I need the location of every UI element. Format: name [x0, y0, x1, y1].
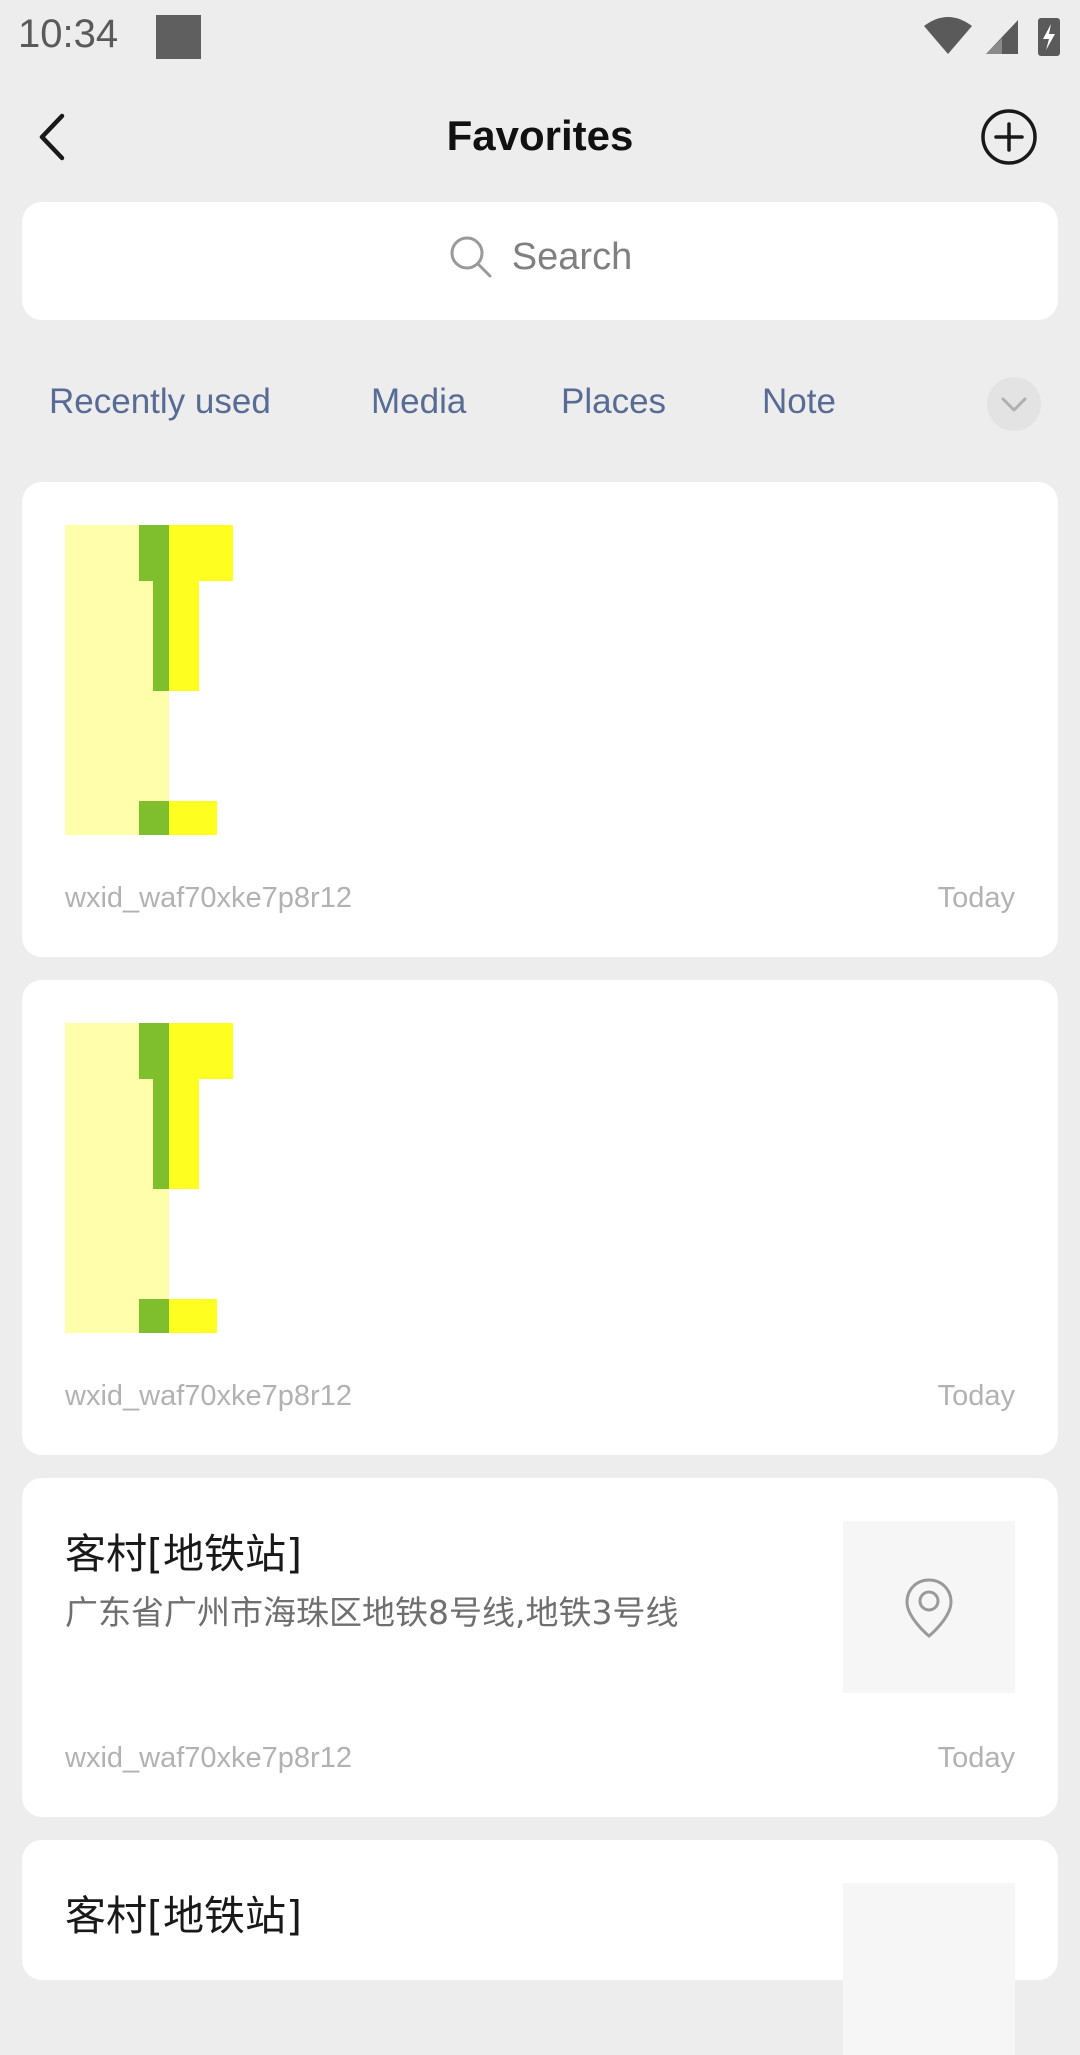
place-title: 客村[地铁站] — [65, 1530, 302, 1578]
expand-tabs-button[interactable] — [987, 377, 1041, 431]
location-pin-icon — [905, 1578, 953, 1638]
map-thumbnail — [843, 1521, 1015, 1693]
item-time: Today — [937, 1380, 1015, 1412]
favorite-item[interactable]: wxid_waf70xke7p8r12 Today — [22, 980, 1058, 1455]
favorite-item[interactable]: 客村[地铁站] 广东省广州市海珠区地铁8号线,地铁3号线 wxid_waf70x… — [22, 1478, 1058, 1817]
item-meta: wxid_waf70xke7p8r12 Today — [65, 882, 1015, 915]
favorite-item[interactable]: wxid_waf70xke7p8r12 Today — [22, 482, 1058, 957]
plus-circle-icon — [981, 109, 1037, 165]
item-source: wxid_waf70xke7p8r12 — [65, 882, 352, 914]
favorite-item[interactable]: 客村[地铁站] — [22, 1840, 1058, 2055]
tab-places[interactable]: Places — [561, 382, 666, 422]
status-icons — [924, 17, 1060, 56]
image-thumbnail — [65, 1023, 233, 1333]
place-address: 广东省广州市海珠区地铁8号线,地铁3号线 — [65, 1593, 679, 1632]
item-time: Today — [937, 882, 1015, 914]
tab-media[interactable]: Media — [371, 382, 466, 422]
add-button[interactable] — [980, 108, 1038, 166]
tab-recently-used[interactable]: Recently used — [49, 382, 271, 422]
status-time: 10:34 — [18, 12, 119, 56]
item-source: wxid_waf70xke7p8r12 — [65, 1742, 352, 1774]
chevron-down-icon — [1001, 397, 1027, 412]
status-bar: 10:34 — [0, 0, 1080, 76]
place-title: 客村[地铁站] — [65, 1892, 302, 1940]
page-title: Favorites — [446, 112, 634, 159]
map-thumbnail — [843, 1883, 1015, 2055]
item-source: wxid_waf70xke7p8r12 — [65, 1380, 352, 1412]
item-meta: wxid_waf70xke7p8r12 Today — [65, 1742, 1015, 1775]
square-icon — [156, 15, 201, 59]
search-icon — [450, 236, 492, 278]
tab-note[interactable]: Note — [762, 382, 836, 422]
search-box[interactable]: Search — [22, 202, 1058, 320]
filter-tabs: Recently used Media Places Note — [0, 370, 1080, 440]
wifi-icon — [924, 17, 972, 54]
image-thumbnail — [65, 525, 233, 835]
item-time: Today — [937, 1742, 1015, 1774]
search-placeholder: Search — [511, 235, 633, 278]
item-meta: wxid_waf70xke7p8r12 Today — [65, 1380, 1015, 1413]
header: Favorites — [0, 96, 1080, 182]
